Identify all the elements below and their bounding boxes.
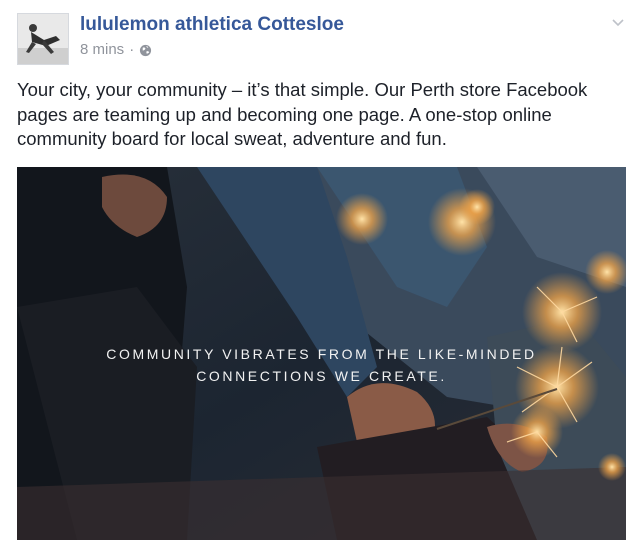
photo-overlay-caption: COMMUNITY VIBRATES FROM THE LIKE-MINDED … <box>17 343 626 387</box>
post-photo[interactable]: COMMUNITY VIBRATES FROM THE LIKE-MINDED … <box>17 167 626 540</box>
page-name-link[interactable]: lululemon athletica Cottesloe <box>80 14 344 36</box>
chevron-down-icon[interactable] <box>610 14 626 30</box>
overlay-line-1: COMMUNITY VIBRATES FROM THE LIKE-MINDED <box>106 346 537 362</box>
post-timestamp[interactable]: 8 mins <box>80 41 124 58</box>
meta-separator: · <box>129 41 135 58</box>
overlay-line-2: CONNECTIONS WE CREATE. <box>196 368 447 384</box>
avatar-image <box>18 14 68 64</box>
globe-icon[interactable] <box>139 44 152 57</box>
post-meta: 8 mins · <box>80 41 152 58</box>
post-body-text: Your city, your community – it’s that si… <box>17 79 588 149</box>
page-avatar[interactable] <box>17 13 69 65</box>
